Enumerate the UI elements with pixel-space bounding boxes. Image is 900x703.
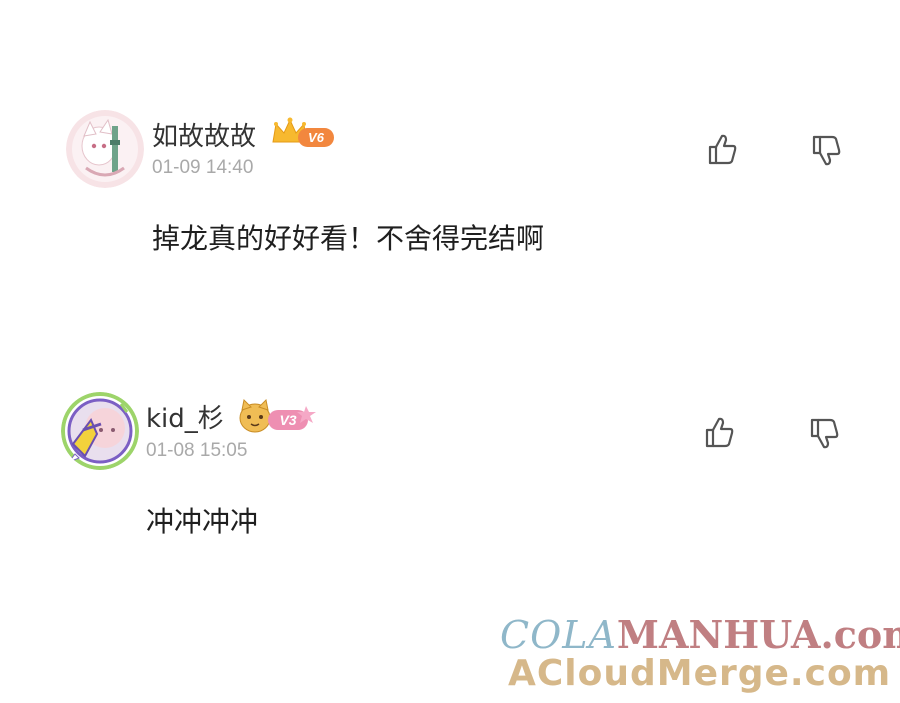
username[interactable]: kid_杉	[146, 398, 224, 435]
anime-avatar-icon	[61, 392, 139, 470]
watermark-colamanhua: COLAMANHUA.com	[500, 612, 900, 657]
svg-text:V6: V6	[308, 130, 325, 145]
watermark-acloudmerge: ACloudMerge.com	[508, 653, 892, 694]
dislike-button[interactable]	[806, 130, 846, 170]
thumbs-down-icon	[812, 135, 841, 166]
crown-icon: V6	[272, 117, 334, 147]
thumbs-down-icon	[810, 418, 839, 449]
username[interactable]: 如故故故	[152, 116, 256, 153]
watermark-part-a: COLA	[500, 613, 617, 657]
thumbs-up-icon	[708, 134, 737, 165]
like-button[interactable]	[699, 413, 739, 453]
comment-text: 冲冲冲冲	[146, 505, 259, 538]
vip-badge: V3	[238, 398, 320, 440]
watermark-part-b: MANHUA.com	[616, 612, 900, 657]
cat-face-icon: V3	[239, 398, 316, 433]
thumbs-up-icon	[705, 417, 734, 448]
vip-badge: V6	[270, 116, 336, 154]
user-avatar[interactable]	[66, 110, 144, 188]
comment-timestamp: 01-09 14:40	[152, 157, 254, 178]
comment-timestamp: 01-08 15:05	[146, 440, 248, 461]
user-avatar[interactable]	[61, 392, 139, 470]
anime-avatar-icon	[66, 110, 144, 188]
comment-text: 掉龙真的好好看！不舍得完结啊	[152, 222, 545, 255]
like-button[interactable]	[702, 130, 742, 170]
dislike-button[interactable]	[804, 413, 844, 453]
svg-text:V3: V3	[279, 412, 296, 428]
